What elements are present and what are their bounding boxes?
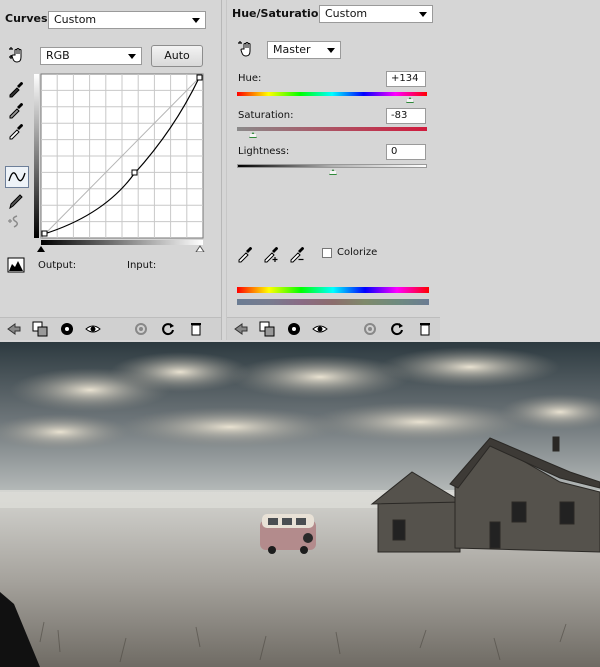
curves-preset-select[interactable]: Custom bbox=[48, 11, 206, 29]
input-gradient-bar bbox=[41, 240, 203, 245]
chevron-down-icon bbox=[192, 18, 200, 23]
output-hue-bar bbox=[237, 299, 429, 305]
previous-state-icon[interactable] bbox=[362, 321, 378, 337]
eyedropper-plus-icon[interactable] bbox=[262, 245, 280, 263]
saturation-field[interactable]: -83 bbox=[386, 108, 426, 124]
curves-hand-icon[interactable] bbox=[7, 46, 25, 64]
visibility-eye-icon[interactable] bbox=[59, 321, 75, 337]
lightness-field[interactable]: 0 bbox=[386, 144, 426, 160]
trash-icon[interactable] bbox=[417, 321, 433, 337]
hs-preset-select[interactable]: Custom bbox=[319, 5, 433, 23]
saturation-slider-thumb[interactable] bbox=[249, 132, 257, 138]
desert-house-photo bbox=[0, 342, 600, 667]
clip-layer-icon[interactable] bbox=[32, 321, 48, 337]
range-select[interactable]: Master bbox=[267, 41, 341, 59]
input-hue-bar bbox=[237, 287, 429, 293]
eyedropper-gray-icon[interactable] bbox=[7, 101, 25, 119]
range-value: Master bbox=[273, 43, 311, 56]
hs-hand-icon[interactable] bbox=[236, 40, 254, 58]
clip-layer-icon[interactable] bbox=[259, 321, 275, 337]
curve-tool-icon bbox=[8, 172, 26, 182]
lightness-slider-thumb[interactable] bbox=[329, 169, 337, 175]
chevron-down-icon bbox=[327, 48, 335, 53]
previous-state-icon[interactable] bbox=[133, 321, 149, 337]
hue-slider-thumb[interactable] bbox=[406, 97, 414, 103]
visibility-eye-icon[interactable] bbox=[286, 321, 302, 337]
chevron-down-icon bbox=[419, 12, 427, 17]
curve-point-white bbox=[196, 74, 203, 81]
eyedropper-minus-icon[interactable] bbox=[288, 245, 306, 263]
hue-field[interactable]: +134 bbox=[386, 71, 426, 87]
eye-icon[interactable] bbox=[312, 321, 328, 337]
curve-tool-button[interactable] bbox=[5, 166, 29, 188]
auto-button[interactable]: Auto bbox=[151, 45, 203, 67]
smooth-icon[interactable] bbox=[7, 212, 25, 230]
back-arrow-icon[interactable] bbox=[6, 321, 22, 337]
curves-panel: Curves Custom RGB Auto Output: Input: bbox=[0, 0, 222, 340]
eyedropper-icon[interactable] bbox=[236, 245, 254, 263]
channel-value: RGB bbox=[46, 49, 70, 62]
reset-icon[interactable] bbox=[389, 321, 405, 337]
input-label: Input: bbox=[127, 260, 157, 271]
empty-panel-area bbox=[441, 0, 600, 342]
eyedropper-white-icon[interactable] bbox=[7, 122, 25, 140]
chevron-down-icon bbox=[128, 54, 136, 59]
colorize-checkbox[interactable] bbox=[322, 248, 332, 258]
channel-select[interactable]: RGB bbox=[40, 47, 142, 65]
curves-preset-value: Custom bbox=[54, 13, 97, 26]
curve-point-mid bbox=[131, 169, 138, 176]
hue-saturation-title: Hue/Saturation bbox=[232, 7, 327, 20]
curves-title: Curves bbox=[5, 12, 48, 25]
lightness-label: Lightness: bbox=[238, 146, 290, 157]
reset-icon[interactable] bbox=[160, 321, 176, 337]
black-point-slider bbox=[37, 246, 45, 252]
hs-preset-value: Custom bbox=[325, 7, 368, 20]
eyedropper-black-icon[interactable] bbox=[7, 80, 25, 98]
histogram-warning-icon[interactable] bbox=[7, 256, 25, 274]
back-arrow-icon[interactable] bbox=[233, 321, 249, 337]
lightness-slider-track[interactable] bbox=[237, 164, 427, 168]
saturation-label: Saturation: bbox=[238, 110, 294, 121]
van bbox=[260, 514, 316, 554]
colorize-label: Colorize bbox=[337, 247, 378, 258]
trash-icon[interactable] bbox=[188, 321, 204, 337]
hs-bottom-toolbar bbox=[227, 317, 440, 340]
eye-icon[interactable] bbox=[85, 321, 101, 337]
white-point-slider bbox=[195, 245, 205, 252]
curve-graph[interactable] bbox=[34, 70, 212, 252]
output-gradient-bar bbox=[34, 74, 39, 238]
hue-saturation-panel: Hue/Saturation Custom Master Hue: +134 S… bbox=[226, 0, 440, 340]
curves-bottom-toolbar bbox=[0, 317, 221, 340]
pencil-icon[interactable] bbox=[7, 192, 25, 210]
hue-slider-track[interactable] bbox=[237, 92, 427, 96]
output-label: Output: bbox=[38, 260, 77, 271]
hue-label: Hue: bbox=[238, 73, 262, 84]
saturation-slider-track[interactable] bbox=[237, 127, 427, 131]
curve-point-black bbox=[41, 230, 48, 237]
